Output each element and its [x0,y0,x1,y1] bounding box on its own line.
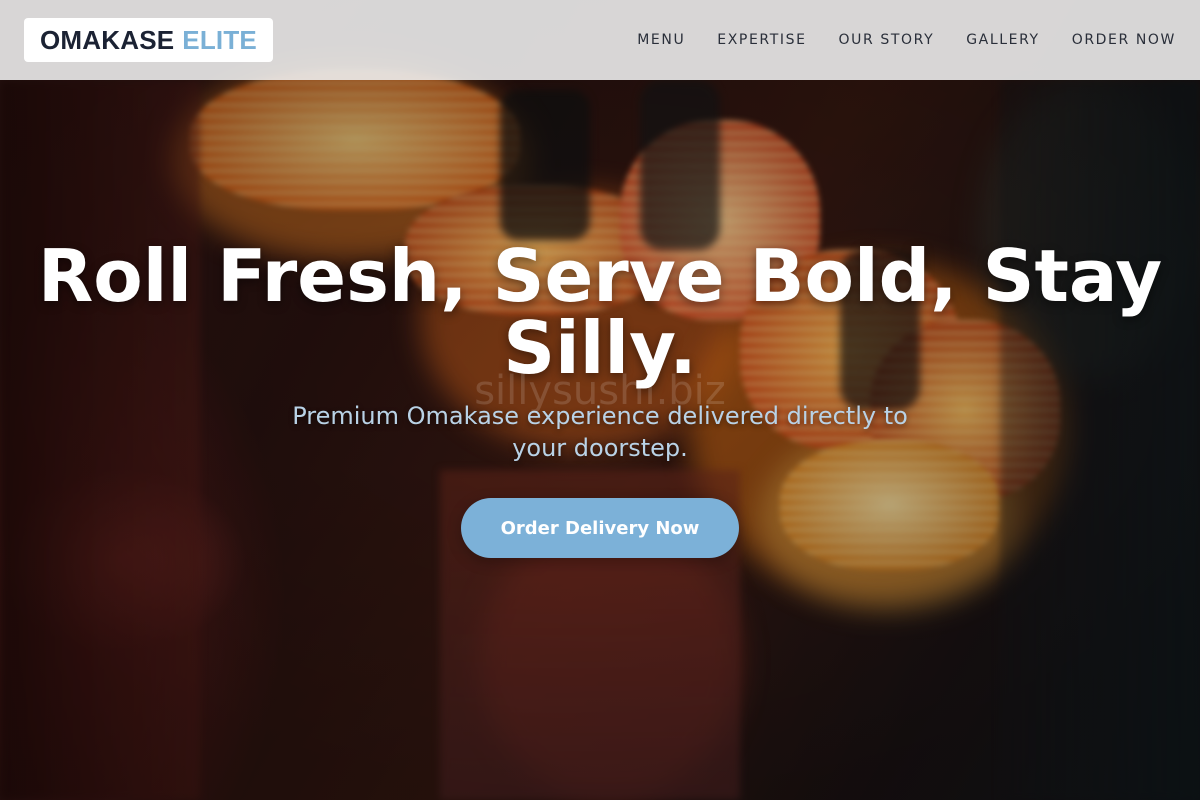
nav-link-menu[interactable]: MENU [637,32,685,48]
hero-headline: Roll Fresh, Serve Bold, Stay Silly. [37,234,1163,390]
main-nav: MENU EXPERTISE OUR STORY GALLERY ORDER N… [637,32,1176,48]
hero-section: sillysushi.biz Roll Fresh, Serve Bold, S… [0,240,1200,558]
hero-subheadline: Premium Omakase experience delivered dir… [292,402,908,462]
nav-link-order-now[interactable]: ORDER NOW [1072,32,1176,48]
nav-link-gallery[interactable]: GALLERY [966,32,1039,48]
site-header: OMAKASE ELITE MENU EXPERTISE OUR STORY G… [0,0,1200,80]
order-delivery-button[interactable]: Order Delivery Now [461,498,739,558]
brand-logo[interactable]: OMAKASE ELITE [24,18,273,62]
nav-link-our-story[interactable]: OUR STORY [839,32,935,48]
brand-name-accent: ELITE [182,24,257,55]
brand-name: OMAKASE [40,24,175,55]
nav-link-expertise[interactable]: EXPERTISE [717,32,806,48]
